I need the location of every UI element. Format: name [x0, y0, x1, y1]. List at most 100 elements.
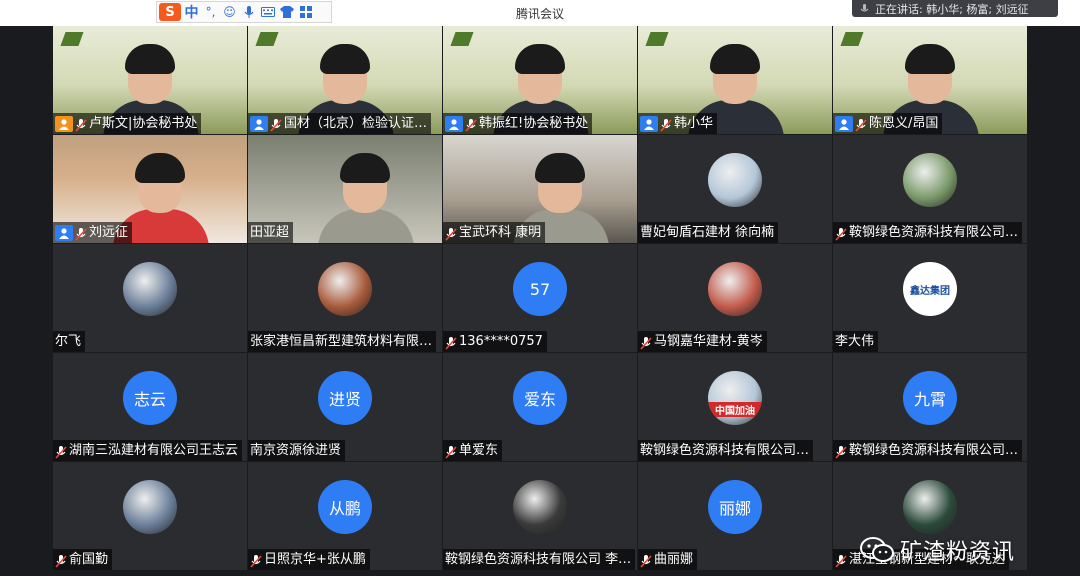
participant-name: 韩小华 [674, 116, 714, 131]
participant-tile[interactable]: 田亚超 [248, 135, 442, 243]
participant-name-bar: 卢斯文|协会秘书处 [53, 113, 202, 134]
participant-name: 鞍钢绿色资源科技有限公司… [849, 225, 1019, 240]
participant-name-bar: 136****0757 [443, 331, 547, 352]
mic-muted-icon [660, 117, 672, 132]
participant-tile[interactable]: 张家港恒昌新型建筑材料有限… [248, 244, 442, 352]
participant-tile[interactable]: 尔飞 [53, 244, 247, 352]
avatar-photo [123, 262, 177, 316]
mic-muted-icon [55, 553, 67, 568]
avatar-initial: 从鹏 [318, 480, 372, 534]
mic-muted-icon [835, 553, 847, 568]
mic-muted-icon [835, 444, 847, 459]
participant-name: 南京资源徐进贤 [250, 443, 342, 458]
mic-muted-icon [75, 226, 87, 241]
participant-name: 陈恩义/昂国 [869, 116, 939, 131]
participant-name: 俞国勤 [69, 552, 109, 567]
participant-tile[interactable]: 志云 湖南三泓建材有限公司王志云 [53, 353, 247, 461]
participant-tile[interactable]: 国材（北京）检验认证… [248, 26, 442, 134]
participant-name-bar: 鞍钢绿色资源科技有限公司… [833, 222, 1023, 243]
participant-name-bar: 张家港恒昌新型建筑材料有限… [248, 331, 437, 352]
participant-name-bar: 马钢嘉华建材-黄岑 [638, 331, 767, 352]
mic-muted-icon [75, 117, 87, 132]
participant-tile[interactable]: 马钢嘉华建材-黄岑 [638, 244, 832, 352]
participant-tile[interactable]: 宝武环科 康明 [443, 135, 637, 243]
participant-name-bar: 鞍钢绿色资源科技有限公司 李… [443, 549, 636, 570]
participant-name-bar: 韩振红!协会秘书处 [443, 113, 593, 134]
participant-name-bar: 李大伟 [833, 331, 879, 352]
title-bar: S 中 °, ☺ 腾讯会议 正在讲话: 韩小华; 杨富; 刘远征 [0, 0, 1080, 26]
participant-tile[interactable]: 鞍钢绿色资源科技有限公司… [833, 135, 1027, 243]
avatar-photo [708, 262, 762, 316]
avatar-photo [708, 153, 762, 207]
participant-name: 张家港恒昌新型建筑材料有限… [250, 334, 433, 349]
avatar-photo: 中国加油 [708, 371, 762, 425]
participant-name: 李大伟 [835, 334, 875, 349]
wechat-icon [860, 537, 894, 562]
participant-tile[interactable]: 韩小华 [638, 26, 832, 134]
mic-muted-icon [445, 444, 457, 459]
participant-tile[interactable]: 57 136****0757 [443, 244, 637, 352]
participant-name-bar: 鞍钢绿色资源科技有限公司… [833, 440, 1023, 461]
speaking-indicator: 正在讲话: 韩小华; 杨富; 刘远征 [852, 0, 1058, 17]
host-badge-icon [55, 115, 73, 132]
participant-name: 卢斯文|协会秘书处 [89, 116, 198, 131]
avatar-initial: 57 [513, 262, 567, 316]
participant-name: 曲丽娜 [654, 552, 694, 567]
participant-name: 鞍钢绿色资源科技有限公司… [849, 443, 1019, 458]
participant-name-bar: 湖南三泓建材有限公司王志云 [53, 440, 243, 461]
participant-tile[interactable]: 从鹏日照京华+张从鹏 [248, 462, 442, 570]
participant-name: 韩振红!协会秘书处 [479, 116, 589, 131]
participant-tile[interactable]: 卢斯文|协会秘书处 [53, 26, 247, 134]
mic-muted-icon [640, 553, 652, 568]
watermark-text: 矿渣粉资讯 [900, 540, 1016, 565]
mic-muted-icon [445, 335, 457, 350]
participant-name-bar: 日照京华+张从鹏 [248, 549, 370, 570]
avatar-initial: 丽娜 [708, 480, 762, 534]
participant-tile[interactable]: 鑫达集团 李大伟 [833, 244, 1027, 352]
participant-tile[interactable]: 爱东 单爱东 [443, 353, 637, 461]
avatar-photo [123, 480, 177, 534]
participant-tile[interactable]: 进贤南京资源徐进贤 [248, 353, 442, 461]
participant-tile[interactable]: 鞍钢绿色资源科技有限公司 李… [443, 462, 637, 570]
participant-grid: 卢斯文|协会秘书处 国材（北京）检验认证… 韩振红!协会秘书处 韩小华 陈恩义/昂国刘远… [53, 26, 1027, 576]
participant-name: 尔飞 [55, 334, 82, 349]
participant-name: 田亚超 [250, 225, 290, 240]
participant-tile[interactable]: 曹妃甸盾石建材 徐向楠 [638, 135, 832, 243]
participant-tile[interactable]: 九霄 鞍钢绿色资源科技有限公司… [833, 353, 1027, 461]
participant-name-bar: 尔飞 [53, 331, 86, 352]
participant-name: 鞍钢绿色资源科技有限公司… [640, 443, 810, 458]
participant-name: 136****0757 [459, 334, 543, 349]
avatar-initial: 进贤 [318, 371, 372, 425]
watermark: 矿渣粉资讯 [860, 534, 1015, 566]
participant-tile[interactable]: 陈恩义/昂国 [833, 26, 1027, 134]
speaking-text: 正在讲话: 韩小华; 杨富; 刘远征 [875, 2, 1029, 16]
participant-tile[interactable]: 中国加油鞍钢绿色资源科技有限公司… [638, 353, 832, 461]
avatar-photo [513, 480, 567, 534]
participant-name-bar: 曹妃甸盾石建材 徐向楠 [638, 222, 779, 243]
mic-muted-icon [640, 335, 652, 350]
participant-name: 国材（北京）检验认证… [284, 116, 428, 131]
user-badge-icon [640, 115, 658, 132]
participant-tile[interactable]: 韩振红!协会秘书处 [443, 26, 637, 134]
mic-muted-icon [855, 117, 867, 132]
participant-name-bar: 单爱东 [443, 440, 503, 461]
participant-name-bar: 南京资源徐进贤 [248, 440, 346, 461]
participant-name: 单爱东 [459, 443, 499, 458]
avatar-photo [903, 480, 957, 534]
mic-muted-icon [250, 553, 262, 568]
avatar-caption: 中国加油 [708, 402, 762, 417]
participant-name: 曹妃甸盾石建材 徐向楠 [640, 225, 775, 240]
participant-tile[interactable]: 刘远征 [53, 135, 247, 243]
participant-tile[interactable]: 俞国勤 [53, 462, 247, 570]
participant-name-bar: 俞国勤 [53, 549, 113, 570]
mic-muted-icon [55, 444, 67, 459]
participant-name: 马钢嘉华建材-黄岑 [654, 334, 763, 349]
mic-muted-icon [270, 117, 282, 132]
user-badge-icon [835, 115, 853, 132]
participant-name-bar: 曲丽娜 [638, 549, 698, 570]
speaking-mic-icon [860, 3, 869, 11]
participant-tile[interactable]: 丽娜曲丽娜 [638, 462, 832, 570]
participant-name-bar: 国材（北京）检验认证… [248, 113, 432, 134]
participant-name: 刘远征 [89, 225, 129, 240]
participant-name: 湖南三泓建材有限公司王志云 [69, 443, 239, 458]
